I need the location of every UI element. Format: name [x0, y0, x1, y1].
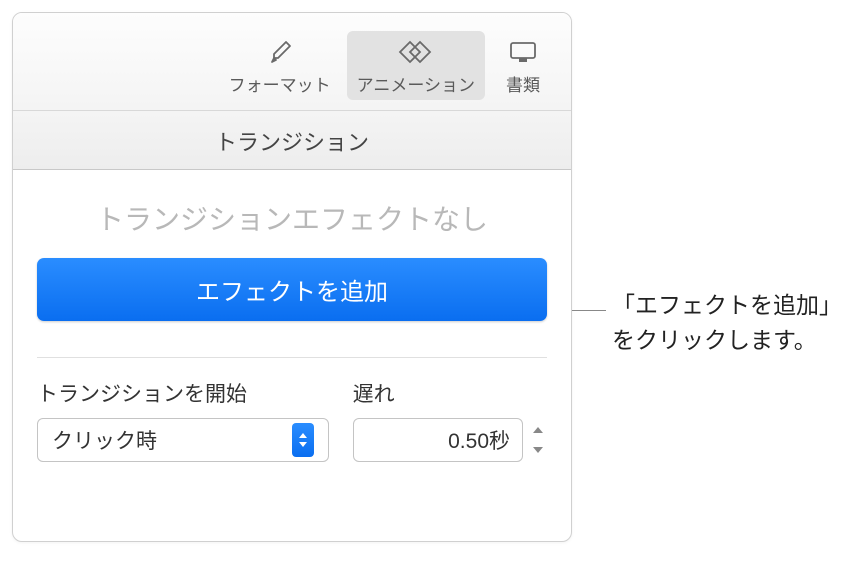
- format-tab-button[interactable]: フォーマット: [219, 31, 341, 100]
- animation-tab-button[interactable]: アニメーション: [347, 31, 485, 100]
- delay-stepper: [529, 421, 547, 459]
- callout-connector: [572, 310, 606, 311]
- callout-line1: 「エフェクトを追加」: [612, 292, 842, 318]
- stepper-up-button[interactable]: [529, 421, 547, 439]
- add-effect-button[interactable]: エフェクトを追加: [37, 258, 547, 321]
- transition-section-header: トランジション: [13, 110, 571, 170]
- callout-text: 「エフェクトを追加」 をクリックします。: [612, 288, 842, 357]
- settings-row: トランジションを開始 クリック時 遅れ 0.50秒: [37, 378, 547, 462]
- trigger-select-value: クリック時: [52, 425, 292, 455]
- updown-arrows-icon: [292, 423, 314, 457]
- delay-value: 0.50秒: [448, 425, 510, 455]
- delay-input[interactable]: 0.50秒: [353, 418, 523, 462]
- no-effect-label: トランジションエフェクトなし: [37, 198, 547, 238]
- trigger-select[interactable]: クリック時: [37, 418, 329, 462]
- paintbrush-icon: [266, 37, 294, 67]
- document-tab-label: 書類: [506, 71, 540, 96]
- delay-field-label: 遅れ: [353, 378, 547, 408]
- document-tab-button[interactable]: 書類: [491, 31, 555, 100]
- content-area: トランジションエフェクトなし エフェクトを追加 トランジションを開始 クリック時…: [13, 170, 571, 462]
- screen-icon: [508, 37, 538, 67]
- inspector-panel: フォーマット アニメーション 書類 トランジション トランジションエフェクトなし: [12, 12, 572, 542]
- divider: [37, 357, 547, 358]
- trigger-field-label: トランジションを開始: [37, 378, 329, 408]
- animation-tab-label: アニメーション: [357, 71, 475, 96]
- delay-column: 遅れ 0.50秒: [353, 378, 547, 462]
- format-tab-label: フォーマット: [229, 71, 331, 96]
- diamond-icon: [398, 37, 434, 67]
- delay-control: 0.50秒: [353, 418, 547, 462]
- toolbar: フォーマット アニメーション 書類: [13, 13, 571, 110]
- trigger-column: トランジションを開始 クリック時: [37, 378, 329, 462]
- stepper-down-button[interactable]: [529, 441, 547, 459]
- callout-line2: をクリックします。: [612, 327, 817, 353]
